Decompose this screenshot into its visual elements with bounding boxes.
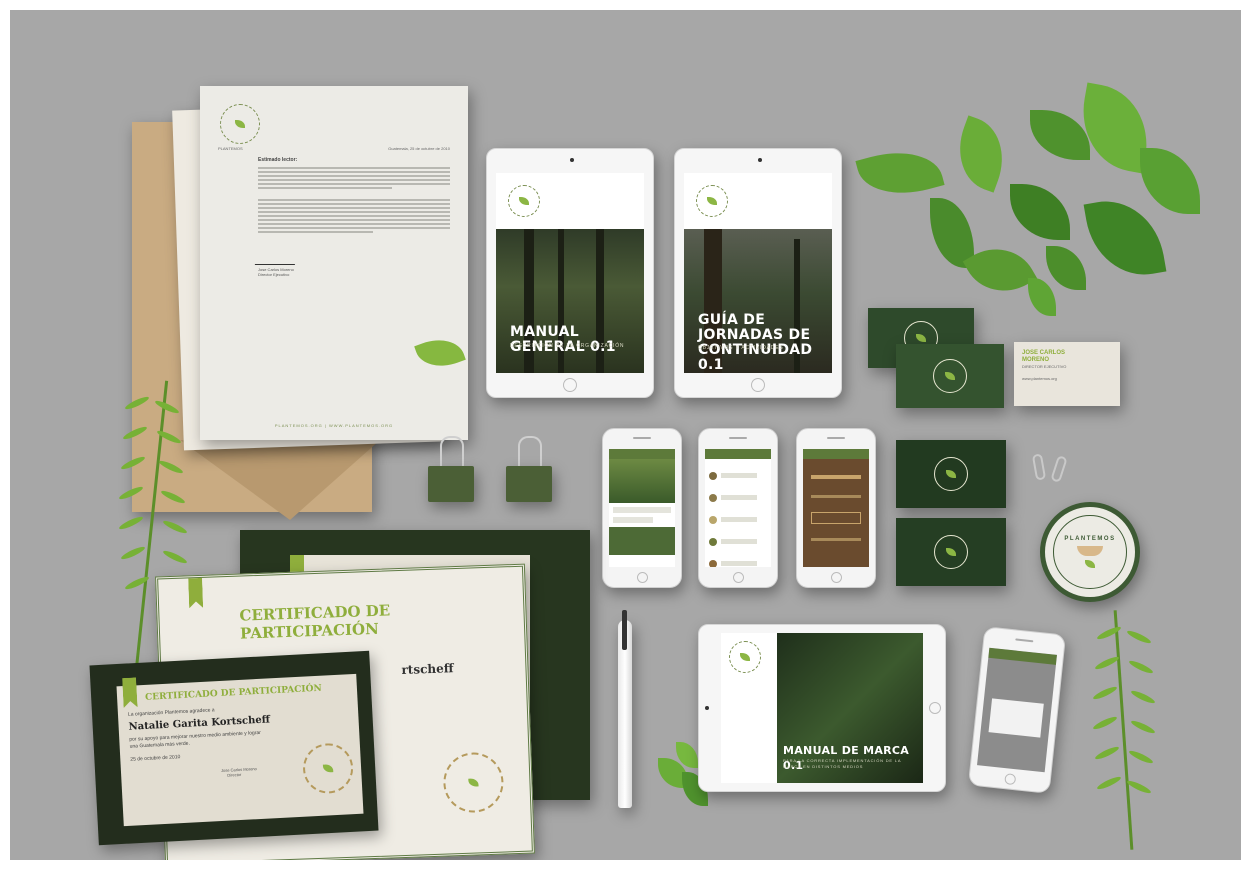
- tablet-subtitle: OBJETIVOS Y ACTIVIDADES: [698, 345, 784, 351]
- home-button[interactable]: [1003, 773, 1016, 786]
- letter-date: Guatemala, 25 de octubre de 2010: [388, 146, 450, 151]
- card-name: JOSE CARLOS MORENO: [1022, 350, 1066, 363]
- plantemos-logo-icon: [729, 641, 761, 673]
- letter-greeting: Estimado lector:: [258, 157, 298, 163]
- home-button[interactable]: [563, 378, 577, 392]
- home-button[interactable]: [732, 572, 744, 583]
- plantemos-emblem-icon: [934, 457, 968, 491]
- home-button[interactable]: [830, 572, 842, 583]
- ribbon-icon: [188, 578, 203, 608]
- letter-brand: PLANTEMOS: [218, 146, 243, 151]
- letter-footer: PLANTEMOS.ORG | WWW.PLANTEMOS.ORG: [274, 423, 394, 428]
- tablet-title: GUÍA DE JORNADAS DE CONTINUIDAD 0.1: [698, 312, 813, 373]
- leaf-icon: [1085, 560, 1095, 568]
- ribbon-icon: [122, 677, 138, 708]
- tablet-screen: MANUAL DE MARCA 0.1 PARA LA CORRECTA IMP…: [721, 633, 923, 783]
- paperclip-icon: [1031, 453, 1047, 481]
- letter-signer-role: Director Ejecutivo: [258, 272, 290, 277]
- binder-clip: [428, 466, 474, 502]
- home-button[interactable]: [929, 702, 941, 714]
- home-button[interactable]: [751, 378, 765, 392]
- tablet-screen: MANUAL GENERAL 0.1 DESCRIPCIÓN DE LA ORG…: [496, 173, 644, 373]
- binder-clip-handle: [440, 436, 464, 466]
- phone-app-detail: [796, 428, 876, 588]
- business-card-back: [896, 344, 1004, 408]
- fern-right: [1080, 610, 1170, 850]
- phone-screen: [803, 449, 869, 567]
- binder-clip-handle: [518, 436, 542, 466]
- business-card-front: JOSE CARLOS MORENO DIRECTOR EJECUTIVO ww…: [1014, 342, 1120, 406]
- tablet-subtitle: DESCRIPCIÓN DE LA ORGANIZACIÓN: [510, 343, 625, 349]
- binder-clip: [506, 466, 552, 502]
- pen-clip: [622, 610, 627, 650]
- dialog-box: [988, 698, 1044, 738]
- potted-plant-leaves: [855, 82, 1210, 328]
- phone-app-list: [698, 428, 778, 588]
- camera-icon: [758, 158, 762, 162]
- plantemos-emblem-icon: [934, 535, 968, 569]
- paperclip-icon: [1050, 455, 1068, 483]
- tablet-manual-marca: MANUAL DE MARCA 0.1 PARA LA CORRECTA IMP…: [698, 624, 946, 792]
- signature-scribble: [254, 247, 302, 265]
- certificate-title: CERTIFICADO DE PARTICIPACIÓN: [144, 683, 322, 703]
- certificate-title: CERTIFICADO DE PARTICIPACIÓN: [239, 601, 391, 643]
- tablet-guia-jornadas: GUÍA DE JORNADAS DE CONTINUIDAD 0.1 OBJE…: [674, 148, 842, 398]
- tablet-subtitle: PARA LA CORRECTA IMPLEMENTACIÓN DE LA MA…: [783, 758, 902, 769]
- camera-icon: [705, 706, 709, 710]
- plantemos-seal: PLANTEMOS: [1040, 502, 1140, 602]
- phone-screen: [977, 647, 1057, 773]
- plantemos-emblem-icon: [933, 359, 967, 393]
- letterhead-sheet: PLANTEMOS Guatemala, 25 de octubre de 20…: [200, 86, 468, 440]
- tablet-manual-general: MANUAL GENERAL 0.1 DESCRIPCIÓN DE LA ORG…: [486, 148, 654, 398]
- phone-app-feed: [602, 428, 682, 588]
- hand-icon: [1077, 546, 1103, 556]
- phone-screen: [609, 449, 675, 567]
- phone-app-dialog: [967, 626, 1067, 794]
- card-site: www.plantemos.org: [1022, 376, 1057, 381]
- tablet-title: MANUAL GENERAL 0.1: [510, 324, 616, 355]
- plantemos-logo-icon: [508, 185, 540, 217]
- certificate-seal-icon: [442, 751, 505, 814]
- seal-text: PLANTEMOS: [1064, 536, 1116, 542]
- forest-card: [896, 518, 1006, 586]
- certificate-name-fragment: rtscheff: [401, 661, 454, 677]
- forest-card: [896, 440, 1006, 508]
- certificate-reason: por su apoyo para mejorar nuestro medio …: [129, 729, 262, 750]
- plantemos-logo-icon: [220, 104, 260, 144]
- camera-icon: [570, 158, 574, 162]
- card-role: DIRECTOR EJECUTIVO: [1022, 364, 1067, 369]
- mockup-canvas: PLANTEMOS Guatemala, 25 de octubre de 20…: [10, 10, 1241, 860]
- plantemos-logo-icon: [696, 185, 728, 217]
- home-button[interactable]: [636, 572, 648, 583]
- tablet-screen: GUÍA DE JORNADAS DE CONTINUIDAD 0.1 OBJE…: [684, 173, 832, 373]
- phone-screen: [705, 449, 771, 567]
- certificate-front: CERTIFICADO DE PARTICIPACIÓN La organiza…: [116, 673, 364, 827]
